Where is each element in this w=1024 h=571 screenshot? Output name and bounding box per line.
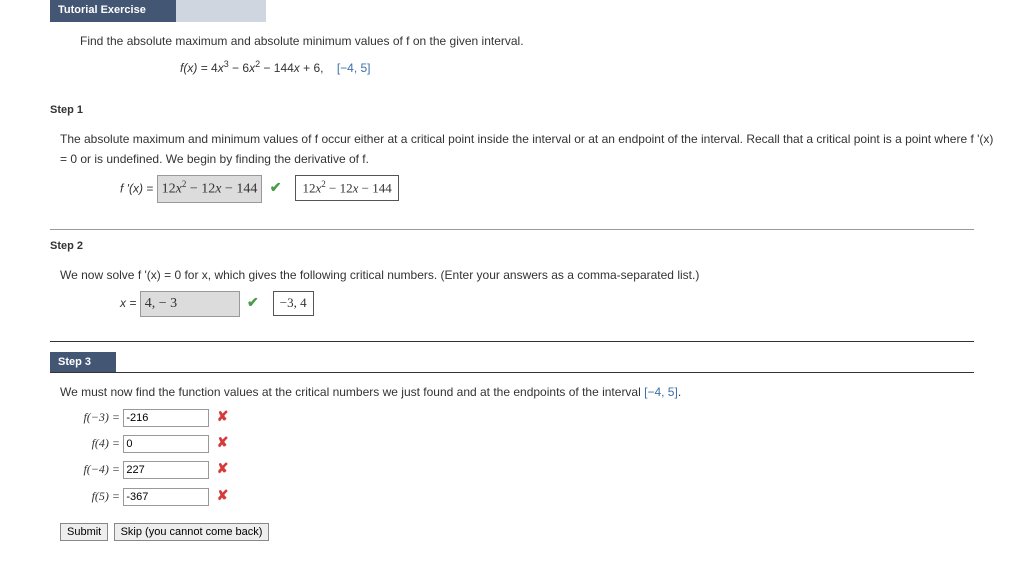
f-neg4-label: f(−4) = <box>60 460 120 479</box>
step3-tab: Step 3 <box>50 352 116 372</box>
check-icon: ✔ <box>266 179 286 195</box>
step2-text: We now solve f '(x) = 0 for x, which giv… <box>60 266 994 285</box>
header-spacer <box>176 0 266 22</box>
divider <box>50 341 974 342</box>
f-neg3-input[interactable] <box>123 409 209 427</box>
cross-icon: ✘ <box>213 408 233 424</box>
step2-title: Step 2 <box>50 230 1024 256</box>
cross-icon: ✘ <box>213 487 233 503</box>
x-label: x = <box>120 296 140 310</box>
f-5-label: f(5) = <box>60 487 120 506</box>
problem-formula: f(x) = 4x3 − 6x2 − 144x + 6, [−4, 5] <box>80 51 994 84</box>
f-neg3-label: f(−3) = <box>60 408 120 427</box>
cross-icon: ✘ <box>213 460 233 476</box>
tutorial-exercise-tab: Tutorial Exercise <box>50 0 176 22</box>
step1-title: Step 1 <box>50 94 1024 120</box>
cross-icon: ✘ <box>213 434 233 450</box>
x-answer-box: 4, − 3 <box>140 291 240 317</box>
f-neg4-input[interactable] <box>123 461 209 479</box>
step3-text: We must now find the function values at … <box>60 383 994 402</box>
x-confirm-box: −3, 4 <box>273 291 314 316</box>
f-4-label: f(4) = <box>60 434 120 453</box>
f-4-input[interactable] <box>123 435 209 453</box>
derivative-label: f '(x) = <box>120 181 157 195</box>
skip-button[interactable]: Skip (you cannot come back) <box>114 523 270 541</box>
check-icon: ✔ <box>243 294 263 310</box>
submit-button[interactable]: Submit <box>60 523 108 541</box>
f-5-input[interactable] <box>123 488 209 506</box>
derivative-answer-box: 12x2 − 12x − 144 <box>157 175 263 203</box>
problem-prompt: Find the absolute maximum and absolute m… <box>80 32 994 51</box>
derivative-confirm-box: 12x2 − 12x − 144 <box>295 175 398 201</box>
step1-text: The absolute maximum and minimum values … <box>60 130 994 168</box>
